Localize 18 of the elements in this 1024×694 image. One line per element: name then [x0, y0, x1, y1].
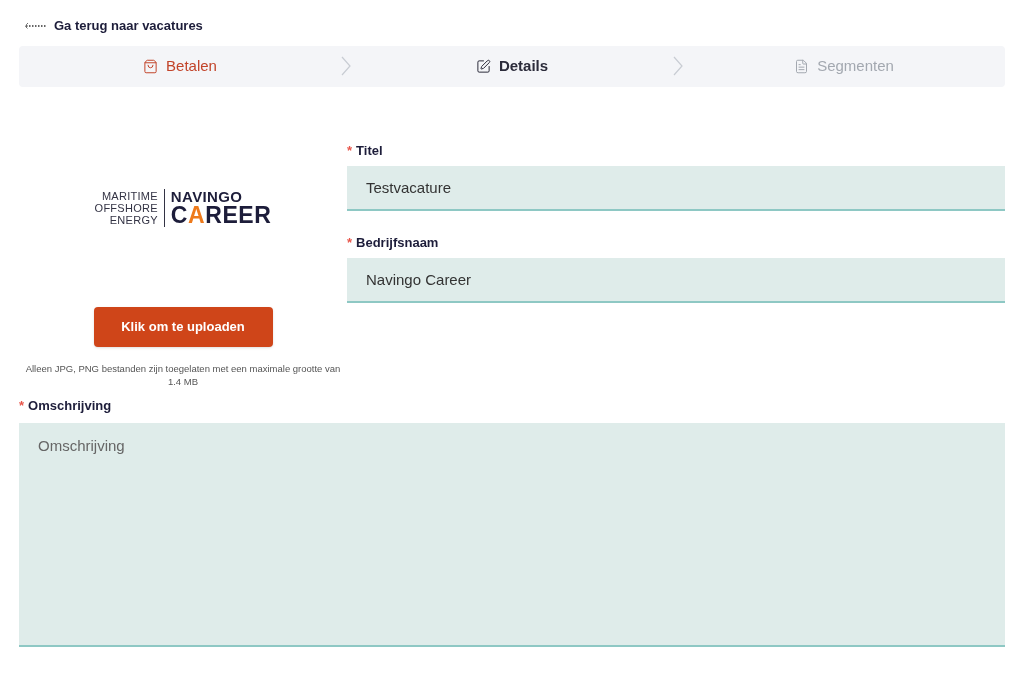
back-link[interactable]: Ga terug naar vacatures: [24, 16, 203, 36]
edit-icon: [475, 58, 491, 74]
step-tab[interactable]: Betalen: [143, 54, 217, 78]
bag-icon: [143, 58, 159, 74]
company-logo: MARITIME OFFSHORE ENERGY NAVINGO CAREER: [94, 188, 272, 227]
upload-button[interactable]: Klik om te uploaden: [93, 306, 273, 347]
chevron-icon: [673, 56, 683, 76]
chevron-icon: [341, 56, 351, 76]
field-label: * Omschrijving: [19, 396, 113, 415]
description-field[interactable]: Omschrijving: [19, 423, 1005, 647]
document-icon: [794, 58, 810, 74]
text-field[interactable]: Navingo Career: [347, 257, 1005, 303]
upload-hint: Alleen JPG, PNG bestanden zijn toegelaten met een maximale grootte van 1.4 MB: [24, 361, 342, 388]
dotted-arrow-icon: [24, 21, 46, 30]
field-label: * Bedrijfsnaam: [347, 233, 440, 250]
text-field[interactable]: Testvacature: [347, 165, 1005, 211]
field-label: * Titel: [347, 141, 384, 158]
step-tab[interactable]: Details: [475, 54, 549, 78]
